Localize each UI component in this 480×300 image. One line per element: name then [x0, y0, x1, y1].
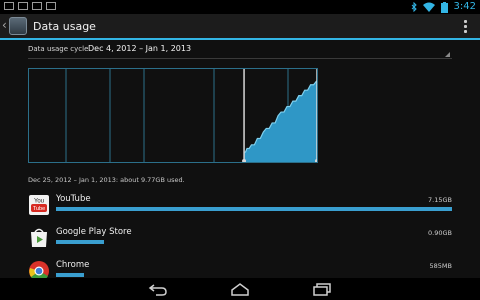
up-caret-icon[interactable]: ‹ — [2, 18, 7, 32]
wifi-icon — [422, 2, 435, 12]
usage-bar-track — [56, 273, 452, 277]
usage-bar — [56, 273, 84, 277]
app-name: Google Play Store — [56, 227, 132, 237]
home-icon[interactable] — [230, 282, 250, 296]
image-icon — [4, 2, 14, 10]
action-bar: ‹ Data usage — [0, 14, 480, 40]
usage-summary: Dec 25, 2012 – Jan 1, 2013: about 9.77GB… — [28, 176, 185, 184]
data-usage-icon[interactable] — [9, 17, 27, 35]
svg-text:You: You — [34, 199, 44, 205]
data-usage-cycle-spinner[interactable]: Data usage cycle Dec 4, 2012 – Jan 1, 20… — [28, 44, 452, 59]
overflow-menu-icon[interactable] — [464, 20, 468, 35]
list-item-play-store[interactable]: Google Play Store 0.90GB — [28, 225, 458, 258]
youtube-icon: You Tube — [29, 195, 49, 215]
system-icons: 3:42 — [411, 1, 476, 13]
status-bar: 3:42 — [0, 0, 480, 14]
back-icon[interactable] — [148, 282, 168, 296]
battery-icon — [440, 1, 448, 13]
recents-icon[interactable] — [312, 282, 332, 296]
app-size: 0.90GB — [428, 229, 452, 237]
app-size: 7.15GB — [428, 196, 452, 204]
usage-bar — [56, 240, 104, 244]
play-icon — [46, 2, 56, 10]
bluetooth-icon — [411, 2, 417, 12]
spinner-triangle-icon — [445, 52, 450, 57]
cycle-label: Data usage cycle — [28, 45, 89, 53]
mail-icon — [32, 2, 42, 10]
cycle-value[interactable]: Dec 4, 2012 – Jan 1, 2013 — [88, 44, 191, 53]
usage-bar — [56, 207, 452, 211]
navigation-bar — [0, 278, 480, 300]
app-name: Chrome — [56, 260, 90, 270]
app-size: 585MB — [429, 262, 452, 270]
usage-bar-track — [56, 240, 452, 244]
app-usage-list: You Tube YouTube 7.15GB Google Play Stor… — [28, 192, 458, 291]
chart-frame — [28, 68, 318, 163]
usb-icon — [18, 2, 28, 10]
page-title: Data usage — [33, 20, 96, 33]
notification-icons — [4, 2, 56, 10]
list-item-youtube[interactable]: You Tube YouTube 7.15GB — [28, 192, 458, 225]
clock: 3:42 — [453, 1, 476, 12]
usage-bar-track — [56, 207, 452, 211]
play-store-icon — [31, 228, 47, 247]
svg-text:Tube: Tube — [33, 206, 45, 212]
app-name: YouTube — [56, 194, 91, 204]
usage-chart[interactable] — [28, 68, 319, 163]
